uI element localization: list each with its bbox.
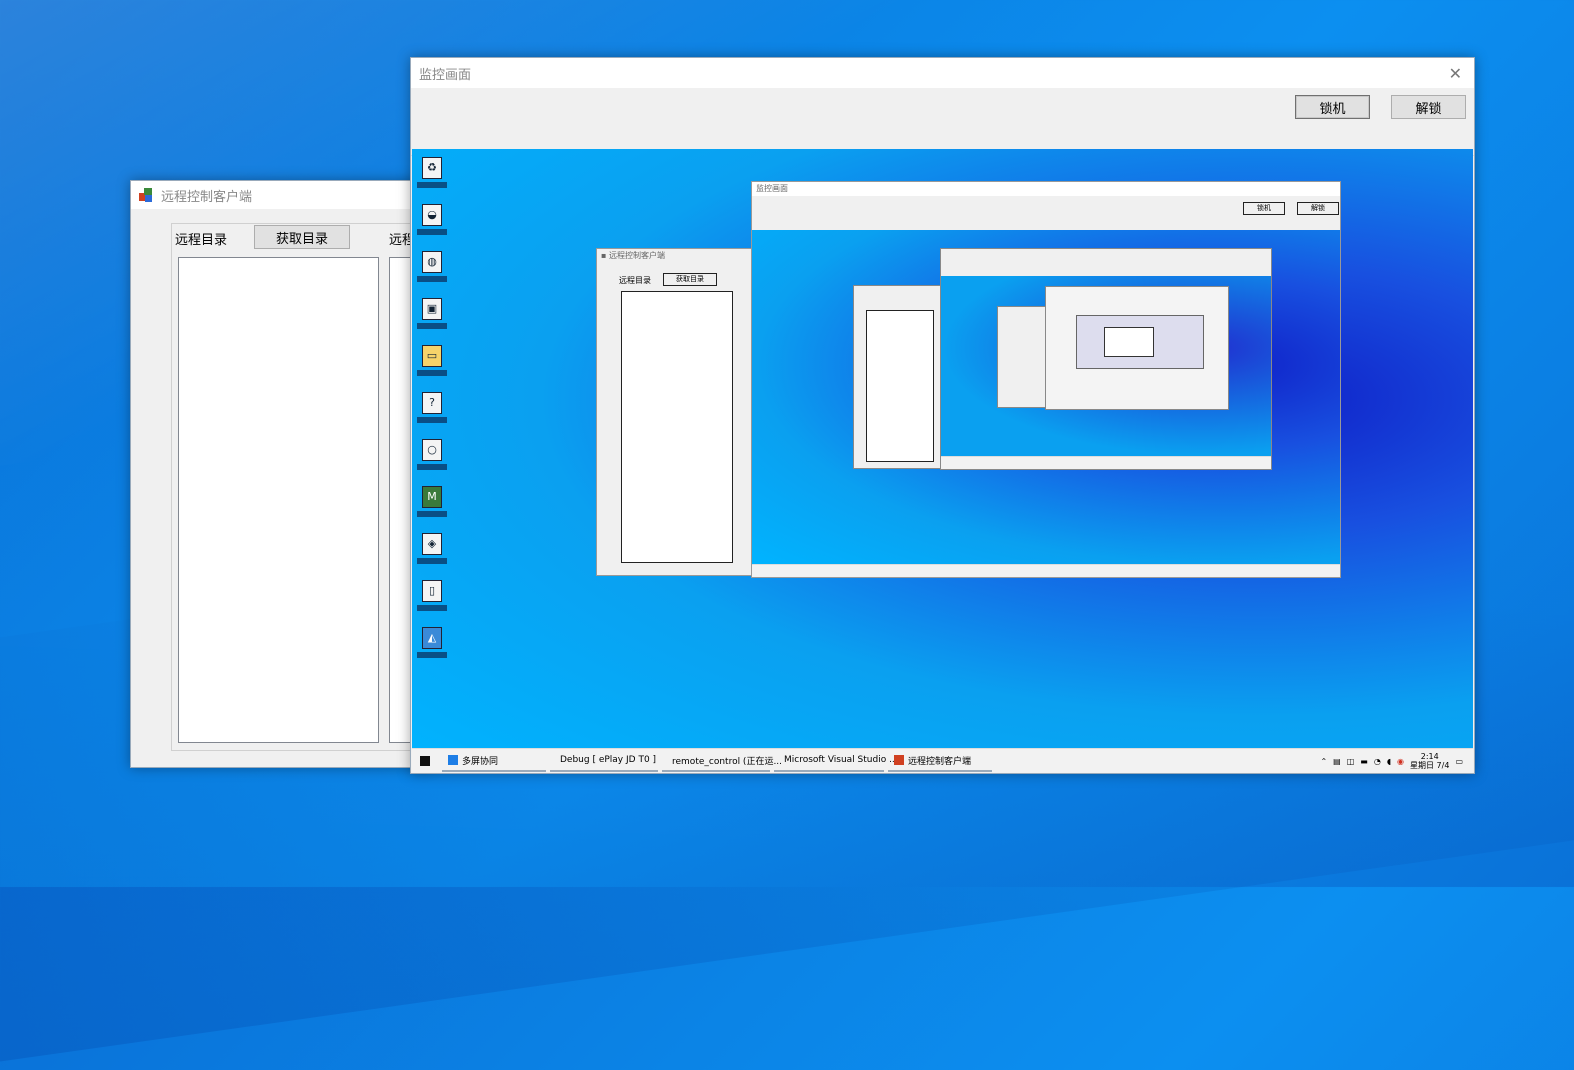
app-icon: [139, 188, 153, 202]
clock: 2:14 星期日 7/4: [1410, 752, 1450, 770]
remote-dir-tree-small: [621, 291, 733, 563]
remote-dir-label: 远程目录: [175, 233, 228, 248]
app-icon: ◈: [414, 529, 450, 576]
remote-nested-screen: [752, 230, 1340, 566]
client-window: 远程控制客户端 远程目录 获取目录 远程: [130, 180, 435, 768]
remote-dir-label-small: 远程目录: [619, 276, 651, 285]
tray-icon: ▬: [1360, 756, 1368, 766]
remote-monitor-title: 监控画面: [752, 182, 1340, 196]
notification-icon: ▭: [1455, 756, 1463, 766]
taskbar-item: remote_control (正在运...: [662, 750, 782, 772]
app-icon: M: [414, 482, 450, 529]
remote-dir-tree[interactable]: [178, 257, 379, 743]
remote-unlock-button: 解锁: [1297, 202, 1339, 215]
remote-nested-taskbar: [752, 564, 1340, 577]
close-icon[interactable]: ✕: [1449, 64, 1462, 83]
file-icon: ▯: [414, 576, 450, 623]
get-dir-button[interactable]: 获取目录: [254, 225, 350, 249]
folder-icon: ▭: [414, 341, 450, 388]
remote-desktop-icons: ♻ ◒ ◍ ▣ ▭ ? ○ M ◈ ▯ ◭: [414, 153, 450, 670]
chevron-up-icon: ⌃: [1320, 756, 1328, 766]
taskbar-item: Debug [ ePlay JD T0 ]: [550, 750, 658, 772]
recycle-bin-icon: ♻: [414, 153, 450, 200]
remote-client-window: ▪ 远程控制客户端 远程目录 获取目录: [596, 248, 756, 576]
client-title: 远程控制客户端: [161, 189, 253, 205]
tray-icon: ▤: [1333, 756, 1341, 766]
taskbar-item: 多屏协同: [442, 750, 546, 772]
tray-icon: ◉: [1397, 756, 1405, 766]
monitor-titlebar[interactable]: 监控画面 ✕: [411, 58, 1474, 88]
app-icon: ▣: [414, 294, 450, 341]
nested-monitor-window: [940, 248, 1272, 470]
app-icon: ○: [414, 435, 450, 482]
network-icon: ◔: [1373, 756, 1381, 766]
remote-client-title: ▪ 远程控制客户端: [601, 251, 665, 260]
windows-start-icon: [420, 756, 430, 766]
volume-icon: ◖: [1386, 756, 1392, 766]
tray-icon: ◫: [1346, 756, 1355, 766]
app-icon: ?: [414, 388, 450, 435]
monitor-window: 监控画面 ✕ 锁机 解锁 ♻ ◒ ◍ ▣ ▭ ? ○ M ◈ ▯ ◭ ▪ 远程控…: [410, 57, 1475, 774]
remote-lock-button: 锁机: [1243, 202, 1285, 215]
remote-screen[interactable]: ♻ ◒ ◍ ▣ ▭ ? ○ M ◈ ▯ ◭ ▪ 远程控制客户端 远程目录 获取目…: [412, 149, 1473, 773]
lock-button[interactable]: 锁机: [1295, 95, 1370, 119]
remote-get-dir-button: 获取目录: [663, 273, 717, 286]
app-icon: ◍: [414, 247, 450, 294]
remote-taskbar: 多屏协同 Debug [ ePlay JD T0 ] remote_contro…: [412, 748, 1473, 773]
photos-icon: ◭: [414, 623, 450, 670]
taskbar-item: 远程控制客户端: [888, 750, 992, 772]
qq-icon: ◒: [414, 200, 450, 247]
taskbar-item: Microsoft Visual Studio ...: [774, 750, 898, 772]
system-tray: ⌃ ▤ ◫ ▬ ◔ ◖ ◉ 2:14 星期日 7/4 ▭: [1320, 752, 1473, 770]
nested-client-window: [853, 285, 945, 469]
client-titlebar[interactable]: 远程控制客户端: [131, 181, 431, 209]
monitor-title: 监控画面: [419, 67, 472, 83]
remote-monitor-window: 监控画面 锁机 解锁: [751, 181, 1341, 578]
unlock-button[interactable]: 解锁: [1391, 95, 1466, 119]
